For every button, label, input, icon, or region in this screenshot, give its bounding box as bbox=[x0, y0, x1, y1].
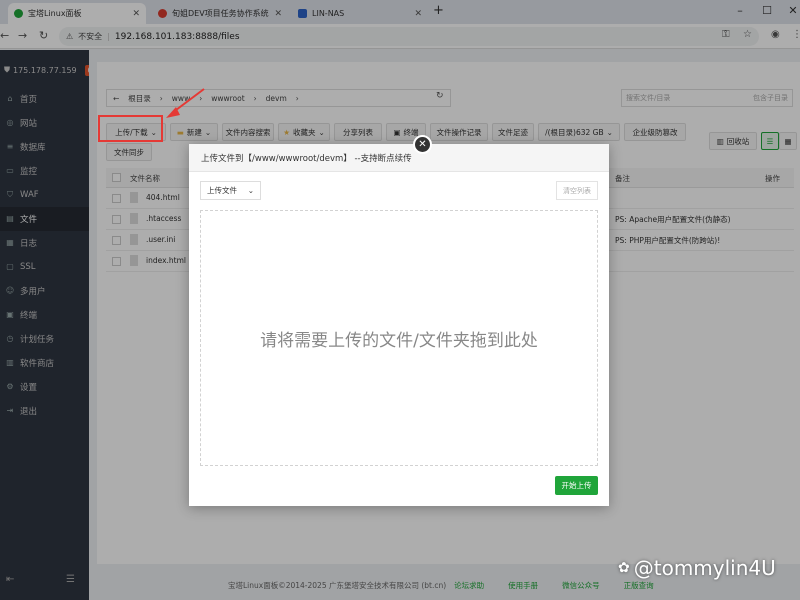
upload-dialog: 上传文件到【/www/wwwroot/devm】 --支持断点续传 上传文件 ⌄ … bbox=[189, 144, 609, 506]
clear-list-button[interactable]: 清空列表 bbox=[556, 181, 598, 200]
highlight-box bbox=[98, 115, 163, 142]
start-upload-button[interactable]: 开始上传 bbox=[555, 476, 598, 495]
upload-file-select[interactable]: 上传文件 ⌄ bbox=[200, 181, 261, 200]
watermark: ✿ @tommylin4U bbox=[618, 556, 776, 580]
dropzone[interactable]: 请将需要上传的文件/文件夹拖到此处 bbox=[200, 210, 598, 466]
dialog-title: 上传文件到【/www/wwwroot/devm】 --支持断点续传 bbox=[189, 144, 609, 172]
paw-icon: ✿ bbox=[618, 560, 630, 576]
dialog-close-icon[interactable]: ✕ bbox=[413, 135, 432, 154]
annotation-arrow-icon bbox=[166, 88, 205, 118]
dropzone-text: 请将需要上传的文件/文件夹拖到此处 bbox=[260, 330, 538, 351]
chevron-down-icon: ⌄ bbox=[247, 186, 254, 195]
